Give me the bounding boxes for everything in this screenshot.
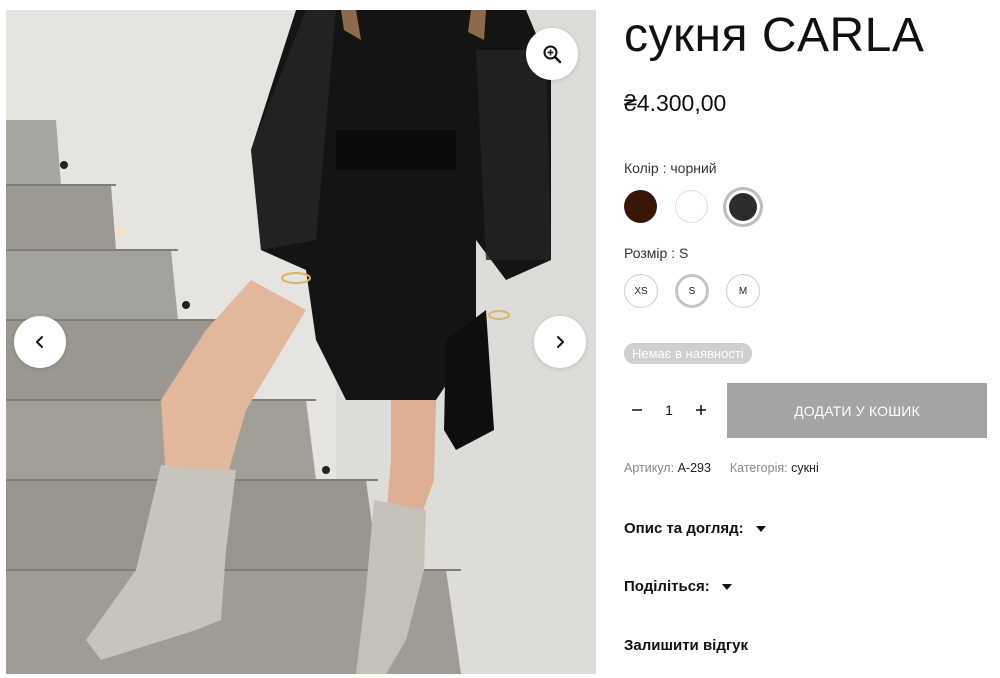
color-swatches [624, 190, 757, 223]
accordion-description[interactable]: Опис та догляд: [624, 520, 766, 537]
leave-review-label: Залишити відгук [624, 637, 748, 654]
size-option-m[interactable]: M [726, 274, 760, 308]
leave-review-link[interactable]: Залишити відгук [624, 637, 748, 654]
product-photo [6, 10, 596, 674]
chevron-left-icon [36, 336, 43, 348]
product-title: сукня CARLA [624, 9, 925, 62]
product-meta: Артикул: A-293 Категорія: сукні [624, 461, 819, 475]
accordion-share[interactable]: Поділіться: [624, 578, 732, 595]
minus-icon [632, 409, 642, 411]
accordion-share-label: Поділіться: [624, 578, 710, 595]
sku-label: Артикул: [624, 461, 675, 475]
product-image-gallery[interactable] [6, 10, 596, 674]
product-info: сукня CARLA ₴4.300,00 Колір : чорний Роз… [624, 0, 994, 678]
color-label: Колір : чорний [624, 160, 717, 176]
quantity-stepper: 1 [624, 395, 714, 425]
stock-status-badge: Немає в наявності [624, 343, 752, 364]
size-option-s[interactable]: S [675, 274, 709, 308]
size-option-xs[interactable]: XS [624, 274, 658, 308]
add-to-cart-button[interactable]: ДОДАТИ У КОШИК [727, 383, 987, 438]
quantity-value[interactable]: 1 [659, 402, 679, 418]
product-price: ₴4.300,00 [624, 90, 727, 116]
size-label: Розмір : S [624, 245, 689, 261]
sku-value: A-293 [677, 461, 711, 475]
color-swatch-black[interactable] [729, 193, 757, 221]
color-swatch-white[interactable] [675, 190, 708, 223]
caret-down-icon [721, 583, 732, 590]
chevron-right-icon [557, 336, 564, 348]
accordion-description-label: Опис та догляд: [624, 520, 744, 537]
color-swatch-brown[interactable] [624, 190, 657, 223]
gallery-prev-button[interactable] [14, 316, 66, 368]
quantity-decrease-button[interactable] [624, 397, 650, 423]
category-label: Категорія: [729, 461, 788, 475]
quantity-increase-button[interactable] [688, 397, 714, 423]
size-options: XS S M [624, 274, 760, 308]
zoom-button[interactable] [526, 28, 578, 80]
caret-down-icon [755, 525, 766, 532]
magnifier-plus-icon [543, 45, 562, 64]
category-link[interactable]: сукні [791, 461, 819, 475]
plus-icon [696, 405, 706, 415]
gallery-next-button[interactable] [534, 316, 586, 368]
